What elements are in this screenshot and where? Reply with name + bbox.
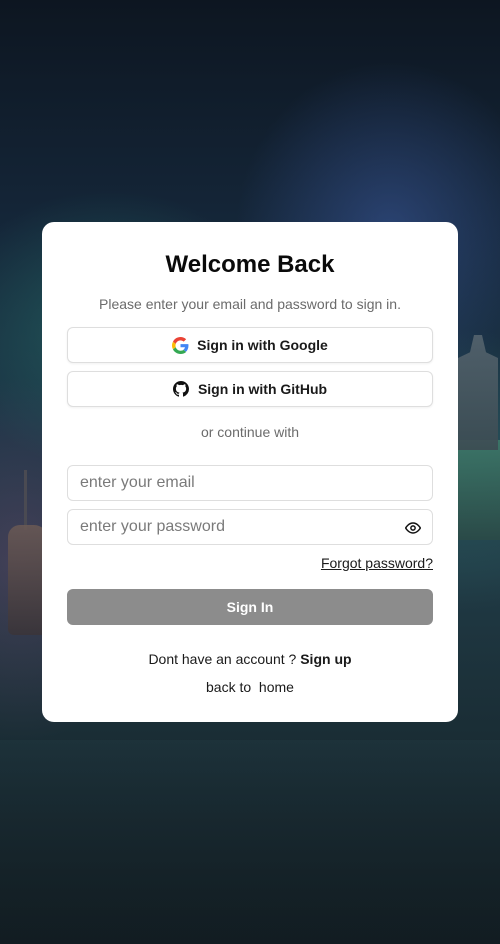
background-temple <box>458 335 498 450</box>
sign-in-button[interactable]: Sign In <box>67 589 433 625</box>
sign-up-link[interactable]: Sign up <box>300 651 351 667</box>
github-sign-in-label: Sign in with GitHub <box>197 381 328 397</box>
page-subtitle: Please enter your email and password to … <box>99 296 401 312</box>
signup-prompt-line: Dont have an account ? Sign up <box>42 651 458 667</box>
signup-prompt: Dont have an account ? <box>148 651 301 667</box>
password-field[interactable] <box>68 510 432 544</box>
email-field-wrapper <box>67 465 433 501</box>
github-icon <box>172 380 190 398</box>
background-sea <box>0 740 500 944</box>
forgot-password-link[interactable]: Forgot password? <box>321 555 433 571</box>
google-sign-in-button[interactable]: Sign in with Google <box>67 327 433 363</box>
home-link[interactable]: home <box>255 679 294 695</box>
home-prompt-line: back to home <box>42 679 458 695</box>
sign-in-card: Welcome Back Please enter your email and… <box>42 222 458 722</box>
github-sign-in-button[interactable]: Sign in with GitHub <box>67 371 433 407</box>
background-pole <box>24 470 27 530</box>
google-sign-in-label: Sign in with Google <box>197 337 328 353</box>
page-title: Welcome Back <box>165 251 335 278</box>
eye-icon[interactable] <box>404 520 422 536</box>
email-field[interactable] <box>68 466 432 500</box>
continue-divider: or continue with <box>200 424 300 440</box>
google-icon <box>172 336 189 354</box>
home-prompt: back to <box>206 679 256 695</box>
password-field-wrapper <box>67 509 433 545</box>
